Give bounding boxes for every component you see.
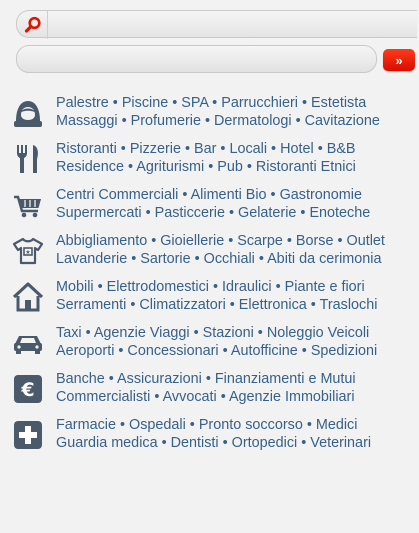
category-health[interactable]: Farmacie • Ospedali • Pronto soccorso • … — [0, 416, 419, 452]
go-button[interactable]: » — [383, 49, 415, 71]
category-home[interactable]: Mobili • Elettrodomestici • Idraulici • … — [0, 278, 419, 314]
category-food[interactable]: Ristoranti • Pizzerie • Bar • Locali • H… — [0, 140, 419, 176]
category-line[interactable]: Centri Commerciali • Alimenti Bio • Gast… — [56, 186, 417, 204]
category-line[interactable]: Farmacie • Ospedali • Pronto soccorso • … — [56, 416, 417, 434]
category-line[interactable]: Serramenti • Climatizzatori • Elettronic… — [56, 296, 417, 314]
location-bar: » — [16, 45, 417, 75]
category-line[interactable]: Guardia medica • Dentisti • Ortopedici •… — [56, 434, 417, 452]
fork-knife-icon — [12, 143, 44, 175]
category-line[interactable]: Taxi • Agenzie Viaggi • Stazioni • Noleg… — [56, 324, 417, 342]
category-list: Palestre • Piscine • SPA • Parrucchieri … — [0, 94, 419, 462]
beauty-face-icon — [12, 97, 44, 129]
location-input[interactable] — [16, 45, 377, 73]
search-input[interactable] — [16, 10, 417, 39]
car-icon — [12, 327, 44, 359]
category-finance[interactable]: € Banche • Assicurazioni • Finanziamenti… — [0, 370, 419, 406]
category-line[interactable]: Supermercati • Pasticcerie • Gelaterie •… — [56, 204, 417, 222]
category-shopping[interactable]: Centri Commerciali • Alimenti Bio • Gast… — [0, 186, 419, 222]
house-icon — [12, 281, 44, 313]
category-line[interactable]: Abbigliamento • Gioiellerie • Scarpe • B… — [56, 232, 417, 250]
category-fashion[interactable]: ★ Abbigliamento • Gioiellerie • Scarpe •… — [0, 232, 419, 268]
category-line[interactable]: Mobili • Elettrodomestici • Idraulici • … — [56, 278, 417, 296]
euro-icon: € — [12, 373, 44, 405]
category-line[interactable]: Ristoranti • Pizzerie • Bar • Locali • H… — [56, 140, 417, 158]
medical-cross-icon — [12, 419, 44, 451]
svg-text:€: € — [20, 379, 34, 401]
shopping-cart-icon — [12, 189, 44, 221]
category-line[interactable]: Massaggi • Profumerie • Dermatologi • Ca… — [56, 112, 417, 130]
category-travel[interactable]: Taxi • Agenzie Viaggi • Stazioni • Noleg… — [0, 324, 419, 360]
category-line[interactable]: Lavanderie • Sartorie • Occhiali • Abiti… — [56, 250, 417, 268]
category-line[interactable]: Commercialisti • Avvocati • Agenzie Immo… — [56, 388, 417, 406]
category-beauty[interactable]: Palestre • Piscine • SPA • Parrucchieri … — [0, 94, 419, 130]
category-line[interactable]: Residence • Agriturismi • Pub • Ristoran… — [56, 158, 417, 176]
search-icon[interactable] — [19, 11, 48, 39]
category-line[interactable]: Palestre • Piscine • SPA • Parrucchieri … — [56, 94, 417, 112]
svg-text:★: ★ — [25, 249, 30, 256]
search-bar — [16, 10, 417, 40]
category-line[interactable]: Banche • Assicurazioni • Finanziamenti e… — [56, 370, 417, 388]
category-line[interactable]: Aeroporti • Concessionari • Autofficine … — [56, 342, 417, 360]
tshirt-icon: ★ — [12, 235, 44, 267]
